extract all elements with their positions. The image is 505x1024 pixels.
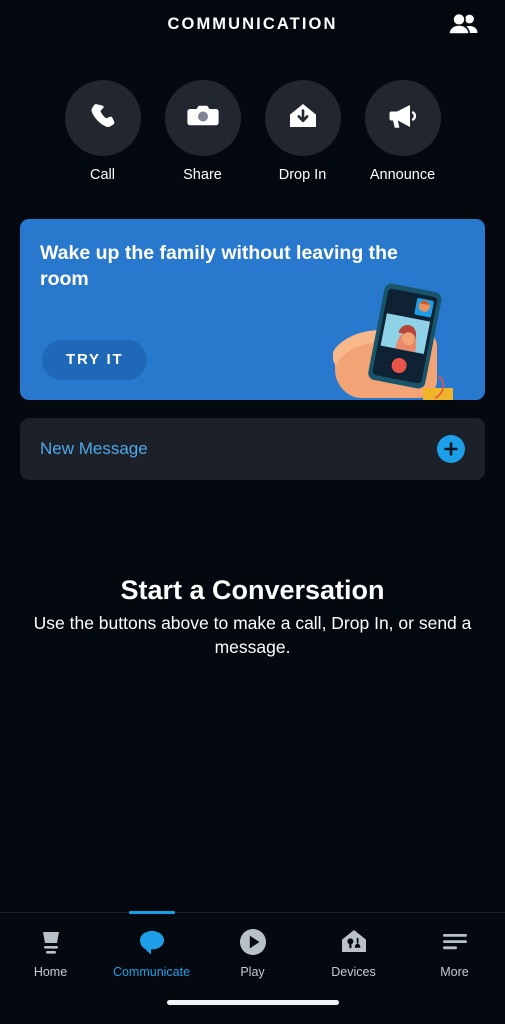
speech-bubble-icon <box>138 926 166 958</box>
contacts-people-icon[interactable] <box>443 7 483 41</box>
house-devices-icon <box>340 926 368 958</box>
action-drop-in-circle <box>264 80 341 156</box>
action-buttons-row: Call Share Drop In Announce <box>0 80 505 183</box>
bottom-navigation: Home Communicate Play Devices More <box>0 911 505 1024</box>
megaphone-icon <box>386 100 420 137</box>
nav-item-more-label: More <box>440 964 469 979</box>
action-drop-in[interactable]: Drop In <box>264 80 341 183</box>
empty-state: Start a Conversation Use the buttons abo… <box>0 575 505 659</box>
action-call-label: Call <box>90 167 115 183</box>
nav-active-indicator <box>128 911 175 914</box>
new-message-label: New Message <box>40 439 148 458</box>
nav-item-play-label: Play <box>240 964 265 979</box>
hamburger-menu-icon <box>440 926 470 958</box>
nav-item-communicate[interactable]: Communicate <box>101 911 202 991</box>
action-call-circle <box>64 80 141 156</box>
action-share-label: Share <box>183 167 222 183</box>
action-announce[interactable]: Announce <box>364 80 441 183</box>
hand-holding-phone-video-call-illustration <box>327 280 477 400</box>
action-share-circle <box>164 80 241 156</box>
plus-icon[interactable] <box>437 435 465 463</box>
nav-item-home[interactable]: Home <box>0 913 101 991</box>
promo-card[interactable]: Wake up the family without leaving the r… <box>20 219 485 400</box>
house-arrow-down-icon <box>287 100 319 137</box>
nav-item-home-label: Home <box>33 964 68 979</box>
empty-state-title: Start a Conversation <box>120 575 385 605</box>
nav-item-communicate-label: Communicate <box>112 964 191 979</box>
action-announce-circle <box>364 80 441 156</box>
nav-item-devices[interactable]: Devices <box>303 913 404 991</box>
nav-item-play[interactable]: Play <box>202 913 303 991</box>
app-header: COMMUNICATION <box>0 0 505 48</box>
echo-device-icon <box>36 926 66 958</box>
action-announce-label: Announce <box>369 167 436 183</box>
try-it-button[interactable]: TRY IT <box>42 340 148 380</box>
play-circle-icon <box>239 926 267 958</box>
new-message-row[interactable]: New Message <box>20 418 485 480</box>
home-indicator[interactable] <box>166 1000 339 1005</box>
empty-state-subtitle: Use the buttons above to make a call, Dr… <box>33 613 472 657</box>
action-share[interactable]: Share <box>164 80 241 183</box>
nav-item-devices-label: Devices <box>331 964 376 979</box>
nav-item-more[interactable]: More <box>404 913 505 991</box>
phone-icon <box>87 100 119 137</box>
action-call[interactable]: Call <box>64 80 141 183</box>
camera-icon <box>186 101 220 136</box>
action-drop-in-label: Drop In <box>278 167 327 183</box>
page-title: COMMUNICATION <box>167 14 338 33</box>
communication-screen: COMMUNICATION Call Share Drop In Announc… <box>0 0 505 1024</box>
